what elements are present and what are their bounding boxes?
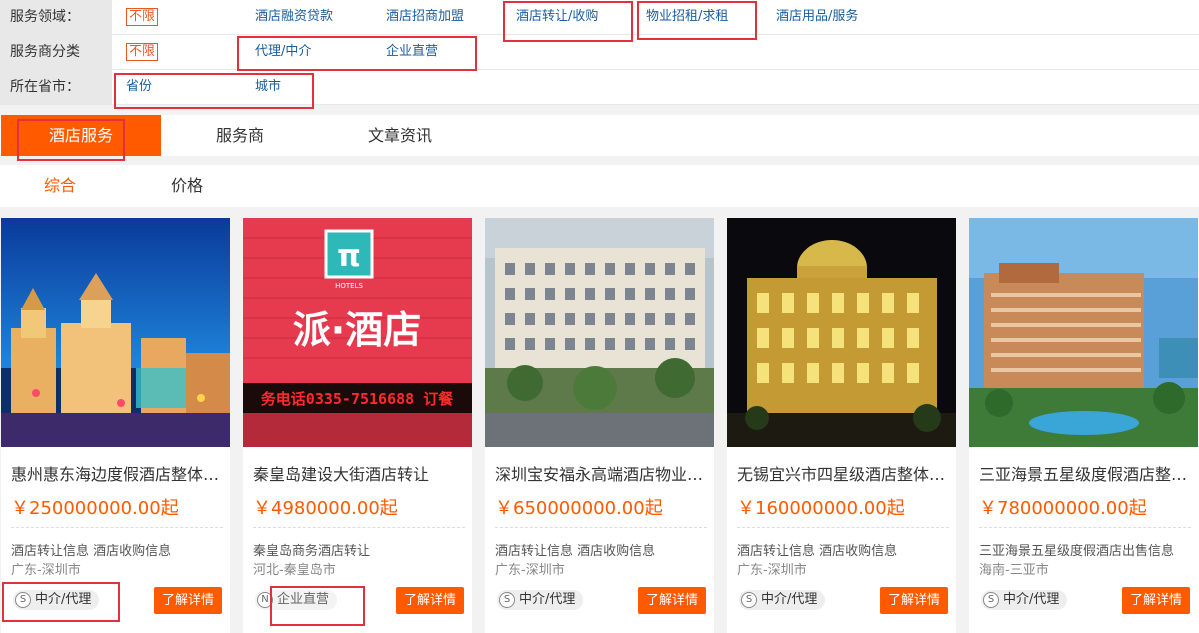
listing-card[interactable]: 惠州惠东海边度假酒店整体转让 ￥250000000.00起 酒店转让信息 酒店收…: [1, 218, 230, 633]
sort-price[interactable]: 价格: [171, 165, 203, 207]
filter-domain-any[interactable]: 不限: [126, 8, 159, 26]
main-tabs: 酒店服务 服务商 文章资讯: [0, 115, 1199, 156]
filter-domain-supplies[interactable]: 酒店用品/服务: [776, 9, 858, 25]
filter-provider-direct[interactable]: 企业直营: [386, 44, 438, 60]
details-button[interactable]: 了解详情: [880, 587, 948, 614]
provider-badge-label: 企业直营: [277, 592, 330, 607]
provider-badge: S 中介/代理: [13, 590, 100, 610]
listing-card[interactable]: π HOTELS 派·酒店 务电话0335-7516688 订餐 秦皇岛建设大街…: [243, 218, 472, 633]
tab-articles[interactable]: 文章资讯: [340, 115, 460, 156]
listing-price: ￥4980000.00起: [253, 498, 398, 519]
filter-row-domain: 服务领域： 不限 酒店融资贷款 酒店招商加盟 酒店转让/收购 物业招租/求租 酒…: [0, 0, 1199, 35]
filter-provider-any[interactable]: 不限: [126, 43, 159, 61]
filter-location-province[interactable]: 省份: [126, 79, 152, 95]
sign-brand: HOTELS: [335, 282, 363, 290]
listing-card[interactable]: 深圳宝安福永高端酒店物业出租 ￥650000000.00起 酒店转让信息 酒店收…: [485, 218, 714, 633]
divider: [11, 527, 223, 528]
filter-location-city[interactable]: 城市: [255, 79, 281, 95]
listing-image[interactable]: [727, 218, 956, 447]
listing-location: 广东-深圳市: [737, 563, 807, 578]
listing-image[interactable]: [485, 218, 714, 447]
listing-card[interactable]: 无锡宜兴市四星级酒店整体转让 ￥160000000.00起 酒店转让信息 酒店收…: [727, 218, 956, 633]
listing-desc: 酒店转让信息 酒店收购信息: [495, 544, 656, 559]
divider: [737, 527, 949, 528]
provider-badge: N 企业直营: [255, 590, 338, 610]
filter-provider-agent[interactable]: 代理/中介: [255, 44, 311, 60]
listing-desc: 酒店转让信息 酒店收购信息: [11, 544, 172, 559]
listing-card[interactable]: 三亚海景五星级度假酒店整体出售 ￥780000000.00起 三亚海景五星级度假…: [969, 218, 1199, 633]
tab-hotel-service[interactable]: 酒店服务: [1, 115, 161, 156]
beach-resort-image: [969, 218, 1198, 447]
listing-image[interactable]: [969, 218, 1198, 447]
filter-row-location: 所在省市： 省份 城市: [0, 70, 1199, 105]
provider-type-icon: S: [499, 592, 515, 608]
listing-title[interactable]: 深圳宝安福永高端酒店物业出租: [495, 461, 707, 485]
resort-night-image: [1, 218, 230, 447]
hotel-sign-image: π HOTELS 派·酒店 务电话0335-7516688 订餐: [243, 218, 472, 447]
sign-text: 派·酒店: [293, 308, 421, 352]
hotel-building-image: [485, 218, 714, 447]
provider-badge: S 中介/代理: [739, 590, 826, 610]
filter-domain-property-lease[interactable]: 物业招租/求租: [646, 9, 728, 25]
filter-table: 服务领域： 不限 酒店融资贷款 酒店招商加盟 酒店转让/收购 物业招租/求租 酒…: [0, 0, 1199, 105]
provider-badge-label: 中介/代理: [761, 592, 818, 607]
details-button[interactable]: 了解详情: [154, 587, 222, 614]
listing-desc: 秦皇岛商务酒店转让: [253, 544, 371, 559]
domed-hotel-image: [727, 218, 956, 447]
details-button[interactable]: 了解详情: [638, 587, 706, 614]
listing-location: 海南-三亚市: [979, 563, 1049, 578]
filter-label-domain: 服务领域：: [0, 0, 112, 34]
tab-providers[interactable]: 服务商: [180, 115, 300, 156]
divider: [253, 527, 465, 528]
listing-price: ￥650000000.00起: [495, 498, 663, 519]
listing-image[interactable]: π HOTELS 派·酒店 务电话0335-7516688 订餐: [243, 218, 472, 447]
filter-domain-franchise[interactable]: 酒店招商加盟: [386, 9, 464, 25]
filter-label-provider-type: 服务商分类: [0, 35, 112, 69]
provider-type-icon: N: [257, 592, 273, 608]
details-button[interactable]: 了解详情: [396, 587, 464, 614]
listing-price: ￥250000000.00起: [11, 498, 179, 519]
sort-bar: 综合 价格: [0, 165, 1199, 207]
listing-title[interactable]: 三亚海景五星级度假酒店整体出售: [979, 461, 1191, 485]
filter-row-provider-type: 服务商分类 不限 代理/中介 企业直营: [0, 35, 1199, 70]
listing-title[interactable]: 秦皇岛建设大街酒店转让: [253, 461, 465, 485]
filter-label-location: 所在省市：: [0, 70, 112, 104]
listing-price: ￥160000000.00起: [737, 498, 905, 519]
provider-type-icon: S: [741, 592, 757, 608]
divider: [495, 527, 707, 528]
divider: [979, 527, 1191, 528]
listing-desc: 酒店转让信息 酒店收购信息: [737, 544, 898, 559]
listing-desc: 三亚海景五星级度假酒店出售信息: [979, 544, 1175, 559]
listing-location: 广东-深圳市: [11, 563, 81, 578]
provider-badge: S 中介/代理: [981, 590, 1068, 610]
provider-type-icon: S: [983, 592, 999, 608]
provider-badge-label: 中介/代理: [35, 592, 92, 607]
listing-location: 广东-深圳市: [495, 563, 565, 578]
listing-location: 河北-秦皇岛市: [253, 563, 336, 578]
listing-price: ￥780000000.00起: [979, 498, 1147, 519]
provider-badge: S 中介/代理: [497, 590, 584, 610]
sort-overall[interactable]: 综合: [44, 165, 76, 207]
filter-domain-financing[interactable]: 酒店融资贷款: [255, 9, 333, 25]
listing-title[interactable]: 惠州惠东海边度假酒店整体转让: [11, 461, 223, 485]
details-button[interactable]: 了解详情: [1122, 587, 1190, 614]
sign-logo: π: [337, 239, 361, 274]
listing-image[interactable]: [1, 218, 230, 447]
sign-led: 务电话0335-7516688 订餐: [261, 390, 454, 408]
provider-badge-label: 中介/代理: [519, 592, 576, 607]
listing-title[interactable]: 无锡宜兴市四星级酒店整体转让: [737, 461, 949, 485]
provider-badge-label: 中介/代理: [1003, 592, 1060, 607]
provider-type-icon: S: [15, 592, 31, 608]
filter-domain-transfer[interactable]: 酒店转让/收购: [516, 9, 598, 25]
